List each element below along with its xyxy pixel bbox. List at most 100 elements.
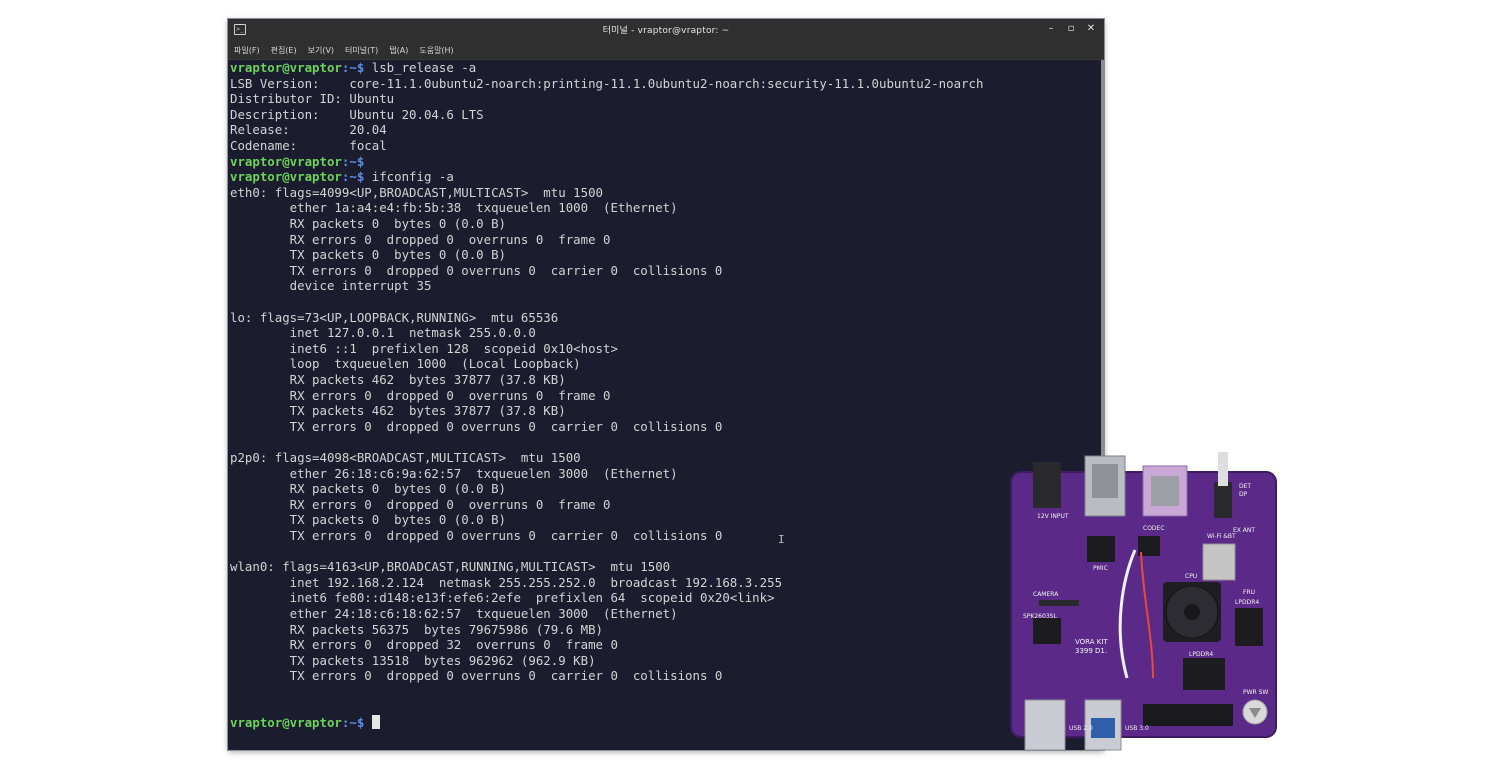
ethernet-jack-inner xyxy=(1092,464,1118,498)
output-line: RX packets 0 bytes 0 (0.0 B) xyxy=(230,216,507,231)
output-line: TX packets 462 bytes 37877 (37.8 KB) xyxy=(230,403,566,419)
output-line: TX packets 0 bytes 0 (0.0 B) xyxy=(230,512,507,528)
output-line: TX packets 13518 bytes 962962 (962.9 KB) xyxy=(230,652,596,668)
command-text: ifconfig -a xyxy=(364,169,454,185)
output-line: inet6 fe80::d148:e13f:efe6:2efe prefixle… xyxy=(230,590,775,606)
output-line: LSB Version: core-11.1.0ubuntu2-noarch:p… xyxy=(230,75,984,91)
label-brand: VORA KIT xyxy=(1075,638,1108,646)
pmic-chip xyxy=(1087,536,1115,562)
output-line: lo: flags=73<UP,LOOPBACK,RUNNING> mtu 65… xyxy=(230,309,559,325)
output-line: inet 127.0.0.1 netmask 255.0.0.0 xyxy=(230,325,536,341)
output-line: TX errors 0 dropped 0 overruns 0 carrier… xyxy=(230,528,723,543)
menu-tabs[interactable]: 탭(A) xyxy=(389,45,408,56)
prompt-line: vraptor@vraptor:~$ xyxy=(230,715,380,731)
power-jack xyxy=(1033,462,1061,508)
lpddr4-chip-a xyxy=(1235,608,1263,646)
output-line: Codename: focal xyxy=(230,138,387,153)
output-line: ether 26:18:c6:9a:62:57 txqueuelen 3000 … xyxy=(230,465,678,481)
output-line: ether 1a:a4:e4:fb:5b:38 txqueuelen 1000 … xyxy=(230,200,678,216)
output-line: TX errors 0 dropped 0 overruns 0 carrier… xyxy=(230,418,723,434)
antenna-socket xyxy=(1214,482,1232,518)
command-text: lsb_release -a xyxy=(364,60,477,75)
label-model: 3399 D1. xyxy=(1075,647,1107,655)
lpddr4-chip-b xyxy=(1183,658,1225,690)
antenna-rod xyxy=(1218,452,1228,486)
menu-edit[interactable]: 편집(E) xyxy=(271,45,297,56)
label-lpddr4-b: LPDDR4 xyxy=(1189,651,1213,658)
board-photo: 12V INPUT CODEC Wi-Fi &BT EX ANT CPU CAM… xyxy=(1003,448,1283,753)
output-line: device interrupt 35 xyxy=(230,278,432,294)
prompt-path: :~$ xyxy=(341,153,365,169)
output-line: inet6 ::1 prefixlen 128 scopeid 0x10<hos… xyxy=(230,340,618,356)
sd-card-face xyxy=(1151,476,1179,506)
menu-view[interactable]: 보기(V) xyxy=(308,45,334,56)
label-codec: CODEC xyxy=(1143,525,1165,532)
label-wifi: Wi-Fi &BT xyxy=(1207,533,1236,540)
camera-connector xyxy=(1039,600,1079,606)
label-dp: DP xyxy=(1239,491,1248,498)
label-pwr: PWR SW xyxy=(1243,689,1268,696)
window-title: 터미널 - vraptor@vraptor: ~ xyxy=(602,26,730,36)
usb2-port xyxy=(1024,699,1066,751)
output-line: loop txqueuelen 1000 (Local Loopback) xyxy=(230,356,581,372)
output-line: Description: Ubuntu 20.04.6 LTS xyxy=(230,106,484,122)
prompt-line: vraptor@vraptor:~$ xyxy=(230,154,364,170)
output-line: RX packets 56375 bytes 79675986 (79.6 MB… xyxy=(230,621,603,637)
output-line: RX errors 0 dropped 0 overruns 0 frame 0 xyxy=(230,387,611,403)
menu-help[interactable]: 도움말(H) xyxy=(419,45,453,56)
label-usb3: USB 3.0 xyxy=(1125,725,1149,732)
window-controls: – ▫ ✕ xyxy=(1044,22,1098,36)
usb3-tongue xyxy=(1091,718,1115,738)
title-bar: >_ 터미널 - vraptor@vraptor: ~ – ▫ ✕ xyxy=(228,19,1104,41)
output-line: inet 192.168.2.124 netmask 255.255.252.0… xyxy=(230,574,783,590)
close-icon[interactable]: ✕ xyxy=(1084,22,1098,36)
output-line: RX errors 0 dropped 0 overruns 0 frame 0 xyxy=(230,496,611,512)
wifi-module xyxy=(1202,543,1236,581)
label-spk: SPK2603SL xyxy=(1023,613,1057,620)
prompt-user: vraptor@vraptor xyxy=(230,60,342,75)
label-input: 12V INPUT xyxy=(1037,513,1069,520)
maximize-icon[interactable]: ▫ xyxy=(1064,22,1078,36)
prompt-user: vraptor@vraptor xyxy=(230,169,342,185)
output-line: wlan0: flags=4163<UP,BROADCAST,RUNNING,M… xyxy=(230,559,671,575)
prompt-path: :~$ xyxy=(341,60,365,75)
menu-file[interactable]: 파일(F) xyxy=(234,45,260,56)
label-fru: FRU xyxy=(1243,589,1255,596)
output-line: RX errors 0 dropped 32 overruns 0 frame … xyxy=(230,637,618,653)
audio-chip xyxy=(1033,618,1061,644)
label-cpu: CPU xyxy=(1185,573,1197,580)
prompt-path: :~$ xyxy=(341,715,365,731)
output-line: TX errors 0 dropped 0 overruns 0 carrier… xyxy=(230,668,723,684)
label-lpddr4-a: LPDDR4 xyxy=(1235,599,1259,606)
output-line: RX packets 462 bytes 37877 (37.8 KB) xyxy=(230,372,566,387)
terminal-output[interactable]: vraptor@vraptor:~$ lsb_release -a LSB Ver… xyxy=(230,60,1104,750)
command-text xyxy=(364,715,371,730)
output-line: ether 24:18:c6:18:62:57 txqueuelen 3000 … xyxy=(230,606,678,621)
prompt-user: vraptor@vraptor xyxy=(230,715,342,731)
label-pmic: PMIC xyxy=(1093,565,1108,572)
prompt-line: vraptor@vraptor:~$ lsb_release -a xyxy=(230,60,476,76)
output-line: TX errors 0 dropped 0 overruns 0 carrier… xyxy=(230,262,723,278)
terminal-cursor xyxy=(371,715,380,730)
text-cursor-icon: I xyxy=(778,533,785,546)
output-line: Release: 20.04 xyxy=(230,122,387,138)
label-ex-ant: EX ANT xyxy=(1233,527,1255,534)
label-usb2: USB 2.0 xyxy=(1069,725,1093,732)
output-line: RX errors 0 dropped 0 overruns 0 frame 0 xyxy=(230,231,611,247)
gpio-header xyxy=(1143,704,1233,726)
label-camera: CAMERA xyxy=(1033,591,1059,598)
output-line: p2p0: flags=4098<BROADCAST,MULTICAST> mt… xyxy=(230,450,581,465)
minimize-icon[interactable]: – xyxy=(1044,22,1058,36)
output-line: RX packets 0 bytes 0 (0.0 B) xyxy=(230,481,507,497)
prompt-path: :~$ xyxy=(341,169,365,185)
fan-hub xyxy=(1184,604,1200,620)
menu-bar: 파일(F) 편집(E) 보기(V) 터미널(T) 탭(A) 도움말(H) xyxy=(228,41,1104,60)
terminal-window: >_ 터미널 - vraptor@vraptor: ~ – ▫ ✕ 파일(F) … xyxy=(228,19,1104,750)
label-det: DET xyxy=(1239,483,1251,490)
output-line: TX packets 0 bytes 0 (0.0 B) xyxy=(230,247,507,263)
menu-terminal[interactable]: 터미널(T) xyxy=(345,45,378,56)
output-line: Distributor ID: Ubuntu xyxy=(230,91,395,107)
output-line: eth0: flags=4099<UP,BROADCAST,MULTICAST>… xyxy=(230,184,603,200)
prompt-line: vraptor@vraptor:~$ ifconfig -a xyxy=(230,169,454,185)
prompt-user: vraptor@vraptor xyxy=(230,153,342,169)
